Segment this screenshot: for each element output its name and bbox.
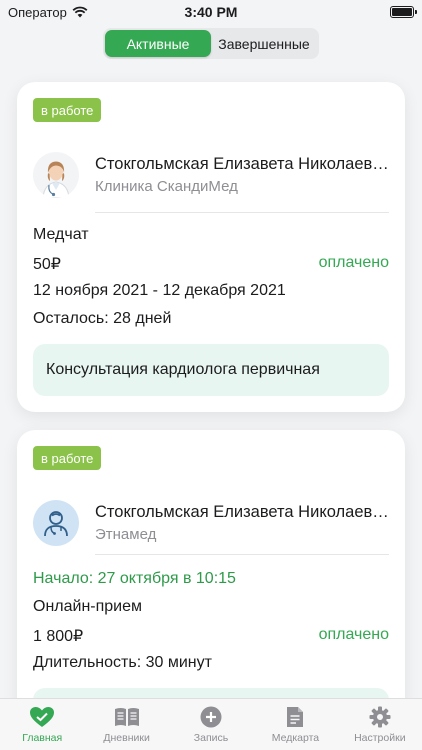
divider [95, 212, 389, 213]
tab-label: Дневники [103, 732, 150, 744]
remaining-days: Осталось: 28 дней [33, 310, 172, 327]
price-row: 50₽ оплачено [33, 254, 389, 274]
doctor-avatar [33, 500, 79, 546]
clinic-name: Этнамед [95, 526, 157, 543]
price-row: 1 800₽ оплачено [33, 626, 389, 646]
status-badge: в работе [33, 98, 102, 122]
status-time: 3:40 PM [184, 4, 238, 20]
carrier-label: Оператор [8, 4, 67, 20]
status-right [274, 6, 417, 18]
tab-label: Медкарта [271, 732, 320, 744]
tab-bar: Главная Дневники Запись Медкарта Настрой… [0, 698, 422, 750]
service-type: Медчат [33, 226, 89, 243]
status-bar: Оператор 3:40 PM [0, 0, 422, 24]
service-type: Онлайн-прием [33, 598, 143, 615]
start-row: Начало: 27 октября в 10:15 [33, 570, 389, 588]
book-icon [114, 708, 139, 726]
battery-icon [390, 6, 417, 18]
doctor-photo-icon [42, 161, 70, 198]
document-icon [287, 707, 304, 727]
start-time: Начало: 27 октября в 10:15 [33, 570, 236, 587]
duration: Длительность: 30 минут [33, 654, 212, 671]
tab-settings[interactable]: Настройки [338, 699, 422, 750]
status-badge: в работе [33, 446, 102, 470]
doctor-avatar [33, 152, 79, 198]
price: 1 800₽ [33, 628, 84, 645]
appointment-card[interactable]: в работе Стокгольмская Елизавета Николае… [17, 82, 405, 412]
doctor-name: Стокгольмская Елизавета Николаевна [95, 155, 389, 173]
service-box: Консультация кардиолога первичная [33, 344, 389, 396]
status-left: Оператор [8, 5, 148, 20]
tab-label: Запись [193, 732, 229, 744]
doctor-icon [44, 511, 68, 537]
tab-label: Настройки [354, 732, 406, 744]
wifi-icon [72, 6, 88, 18]
period: 12 ноября 2021 - 12 декабря 2021 [33, 282, 286, 299]
doctor-name: Стокгольмская Елизавета Николаевна [95, 503, 389, 521]
price: 50₽ [33, 256, 61, 273]
tab-medcard[interactable]: Медкарта [253, 699, 337, 750]
tab-diaries[interactable]: Дневники [84, 699, 168, 750]
service-type-row: Онлайн-прием [33, 598, 389, 616]
remaining-row: Осталось: 28 дней [33, 310, 389, 328]
appointment-card[interactable]: в работе Стокгольмская Елизавета Николае… [17, 430, 405, 740]
tab-home[interactable]: Главная [0, 699, 84, 750]
period-row: 12 ноября 2021 - 12 декабря 2021 [33, 282, 389, 300]
duration-row: Длительность: 30 минут [33, 654, 389, 672]
status-segmented-control: Активные Завершенные [103, 28, 319, 59]
doctor-row: Стокгольмская Елизавета Николаевна Клини… [33, 144, 389, 206]
clinic-name: Клиника СкандиМед [95, 178, 238, 195]
plus-circle-icon [200, 706, 222, 728]
service-type-row: Медчат [33, 226, 389, 244]
doctor-row: Стокгольмская Елизавета Николаевна Этнам… [33, 492, 389, 554]
tab-label: Главная [22, 732, 63, 744]
payment-status: оплачено [318, 254, 389, 271]
heart-icon [30, 707, 55, 727]
divider [95, 554, 389, 555]
payment-status: оплачено [318, 626, 389, 643]
tab-appointment[interactable]: Запись [169, 699, 253, 750]
segment-active[interactable]: Активные [105, 30, 211, 57]
segment-completed[interactable]: Завершенные [211, 30, 317, 57]
service-name: Консультация кардиолога первичная [46, 361, 320, 378]
gear-icon [369, 706, 391, 728]
